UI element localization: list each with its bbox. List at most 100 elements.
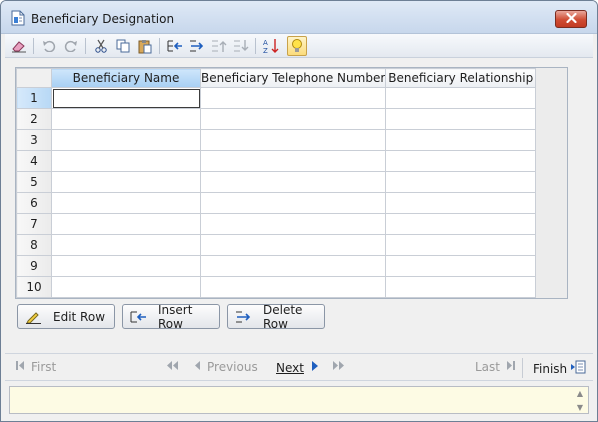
finish-icon xyxy=(571,360,586,377)
cell-beneficiary-relationship[interactable] xyxy=(385,108,537,130)
cell-beneficiary-relationship[interactable] xyxy=(385,129,537,151)
row-number[interactable]: 9 xyxy=(16,255,52,277)
cell-beneficiary-telephone[interactable] xyxy=(199,192,387,214)
row-number[interactable]: 1 xyxy=(16,87,52,109)
row-number[interactable]: 2 xyxy=(16,108,52,130)
table-row: 6 xyxy=(16,192,537,214)
eraser-icon[interactable] xyxy=(9,36,29,56)
cell-beneficiary-relationship[interactable] xyxy=(385,255,537,277)
toolbar: AZ xyxy=(5,34,593,58)
cell-beneficiary-name[interactable] xyxy=(51,87,201,109)
first-label: First xyxy=(31,360,57,374)
close-button[interactable] xyxy=(555,10,587,28)
cell-beneficiary-relationship[interactable] xyxy=(385,192,537,214)
table-row: 2 xyxy=(16,108,537,130)
insert-row-button[interactable]: Insert Row xyxy=(122,302,220,331)
table-row: 8 xyxy=(16,234,537,256)
edit-row-button[interactable]: Edit Row xyxy=(17,304,115,329)
beneficiary-table: Beneficiary Name Beneficiary Telephone N… xyxy=(16,68,537,298)
svg-text:Z: Z xyxy=(263,47,268,54)
table-row: 10 xyxy=(16,276,537,298)
move-up-icon[interactable] xyxy=(209,36,229,56)
info-panel: ▲ ▼ xyxy=(9,386,589,414)
info-scrollbar[interactable]: ▲ ▼ xyxy=(574,389,586,413)
cell-beneficiary-telephone[interactable] xyxy=(199,276,387,298)
undo-icon[interactable] xyxy=(39,36,59,56)
cell-beneficiary-relationship[interactable] xyxy=(385,150,537,172)
cell-beneficiary-telephone[interactable] xyxy=(199,171,387,193)
indent-icon[interactable] xyxy=(187,36,207,56)
redo-icon[interactable] xyxy=(61,36,81,56)
next-label: Next xyxy=(276,360,304,375)
lightbulb-icon[interactable] xyxy=(287,36,307,56)
delete-row-button[interactable]: Delete Row xyxy=(227,302,325,331)
header-row: Beneficiary Name Beneficiary Telephone N… xyxy=(16,68,537,88)
cut-icon[interactable] xyxy=(91,36,111,56)
paste-icon[interactable] xyxy=(135,36,155,56)
scroll-down-icon[interactable]: ▼ xyxy=(577,403,583,413)
next-icon xyxy=(311,360,319,375)
cell-beneficiary-name[interactable] xyxy=(51,108,201,130)
cell-beneficiary-name[interactable] xyxy=(51,171,201,193)
cell-beneficiary-name[interactable] xyxy=(51,192,201,214)
column-header-relationship[interactable]: Beneficiary Relationship xyxy=(385,68,537,88)
cell-beneficiary-name[interactable] xyxy=(51,213,201,235)
delete-row-icon xyxy=(235,309,253,325)
window-title: Beneficiary Designation xyxy=(31,12,175,26)
cell-beneficiary-telephone[interactable] xyxy=(199,150,387,172)
last-icon xyxy=(506,360,516,374)
cell-beneficiary-name[interactable] xyxy=(51,276,201,298)
cell-beneficiary-telephone[interactable] xyxy=(199,255,387,277)
edit-row-icon xyxy=(25,309,43,325)
svg-text:A: A xyxy=(263,39,268,47)
row-number[interactable]: 8 xyxy=(16,234,52,256)
cell-beneficiary-name[interactable] xyxy=(51,129,201,151)
column-header-name[interactable]: Beneficiary Name xyxy=(51,68,201,88)
cell-beneficiary-relationship[interactable] xyxy=(385,276,537,298)
outdent-icon[interactable] xyxy=(165,36,185,56)
cell-beneficiary-name[interactable] xyxy=(51,234,201,256)
scroll-up-icon[interactable]: ▲ xyxy=(577,389,583,399)
title-bar: Beneficiary Designation xyxy=(1,1,597,34)
cell-beneficiary-telephone[interactable] xyxy=(199,87,387,109)
fast-forward-button[interactable] xyxy=(332,360,346,374)
column-header-telephone[interactable]: Beneficiary Telephone Number xyxy=(199,68,387,88)
finish-button[interactable]: Finish xyxy=(533,360,586,377)
row-number[interactable]: 10 xyxy=(16,276,52,298)
cell-beneficiary-relationship[interactable] xyxy=(385,234,537,256)
beneficiary-designation-window: Beneficiary Designation A Z Beneficiary … xyxy=(0,0,598,422)
cell-beneficiary-relationship[interactable] xyxy=(385,87,537,109)
next-button[interactable]: Next xyxy=(276,360,319,375)
cell-beneficiary-name[interactable] xyxy=(51,150,201,172)
first-icon xyxy=(15,360,25,374)
move-down-icon[interactable] xyxy=(231,36,251,56)
cell-beneficiary-relationship[interactable] xyxy=(385,171,537,193)
previous-icon xyxy=(193,360,201,374)
insert-row-label: Insert Row xyxy=(158,302,193,331)
row-number[interactable]: 5 xyxy=(16,171,52,193)
rewind-button[interactable] xyxy=(165,360,179,374)
row-number[interactable]: 3 xyxy=(16,129,52,151)
close-icon xyxy=(565,12,577,26)
table-row: 7 xyxy=(16,213,537,235)
table-row: 9 xyxy=(16,255,537,277)
previous-button[interactable]: Previous xyxy=(193,360,258,374)
row-number[interactable]: 6 xyxy=(16,192,52,214)
cell-beneficiary-name[interactable] xyxy=(51,255,201,277)
copy-icon[interactable] xyxy=(113,36,133,56)
first-button[interactable]: First xyxy=(15,360,56,374)
sort-az-icon[interactable]: AZ xyxy=(261,36,281,56)
cell-beneficiary-relationship[interactable] xyxy=(385,213,537,235)
table-row: 5 xyxy=(16,171,537,193)
cell-beneficiary-telephone[interactable] xyxy=(199,108,387,130)
cell-beneficiary-telephone[interactable] xyxy=(199,234,387,256)
cell-beneficiary-telephone[interactable] xyxy=(199,213,387,235)
last-label: Last xyxy=(475,360,500,374)
grid-corner[interactable] xyxy=(16,68,52,88)
row-number[interactable]: 4 xyxy=(16,150,52,172)
cell-beneficiary-telephone[interactable] xyxy=(199,129,387,151)
rewind-icon xyxy=(165,360,179,374)
last-button[interactable]: Last xyxy=(475,360,516,374)
delete-row-label: Delete Row xyxy=(263,302,303,331)
row-number[interactable]: 7 xyxy=(16,213,52,235)
